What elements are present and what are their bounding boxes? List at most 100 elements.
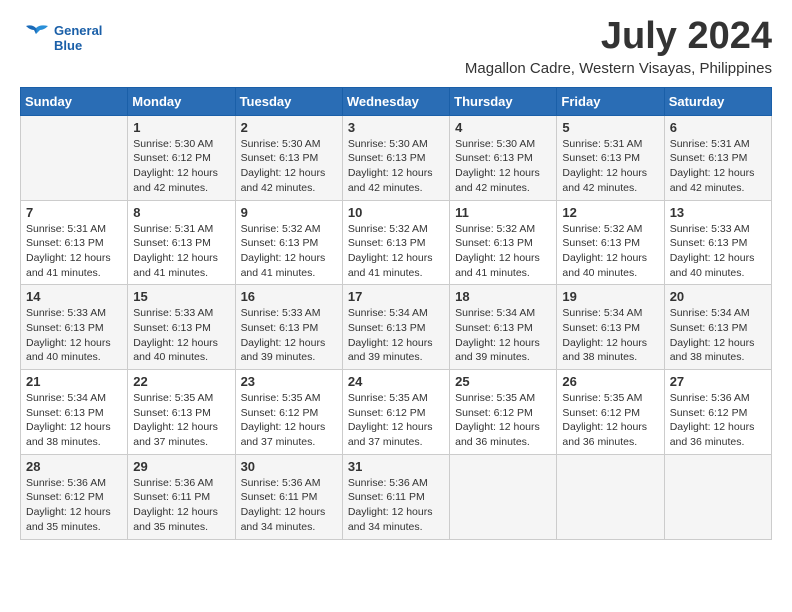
day-number: 21 (26, 374, 122, 389)
day-number: 31 (348, 459, 444, 474)
day-number: 16 (241, 289, 337, 304)
calendar-cell: 13 Sunrise: 5:33 AMSunset: 6:13 PMDayligh… (664, 200, 771, 285)
calendar-cell: 24Sunrise: 5:35 AMSunset: 6:12 PMDayligh… (342, 370, 449, 455)
calendar-cell: 15 Sunrise: 5:33 AMSunset: 6:13 PMDayligh… (128, 285, 235, 370)
day-info: Sunrise: 5:35 AMSunset: 6:12 PMDaylight:… (241, 391, 337, 450)
calendar-cell: 10Sunrise: 5:32 AMSunset: 6:13 PMDayligh… (342, 200, 449, 285)
day-number: 6 (670, 120, 766, 135)
day-number: 9 (241, 205, 337, 220)
header-friday: Friday (557, 87, 664, 115)
day-info: Sunrise: 5:34 AMSunset: 6:13 PMDaylight:… (670, 306, 766, 365)
calendar-cell: 22 Sunrise: 5:35 AMSunset: 6:13 PMDayligh… (128, 370, 235, 455)
day-info: Sunrise: 5:35 AMSunset: 6:12 PMDaylight:… (455, 391, 551, 450)
calendar-cell: 14 Sunrise: 5:33 AMSunset: 6:13 PMDayligh… (21, 285, 128, 370)
day-number: 29 (133, 459, 229, 474)
day-number: 30 (241, 459, 337, 474)
day-number: 11 (455, 205, 551, 220)
day-info: Sunrise: 5:36 AMSunset: 6:12 PMDaylight:… (670, 391, 766, 450)
calendar-cell (664, 454, 771, 539)
calendar-table: SundayMondayTuesdayWednesdayThursdayFrid… (20, 87, 772, 540)
day-info: Sunrise: 5:35 AMSunset: 6:12 PMDaylight:… (562, 391, 658, 450)
day-info: Sunrise: 5:36 AMSunset: 6:12 PMDaylight:… (26, 476, 122, 535)
day-info: Sunrise: 5:31 AMSunset: 6:13 PMDaylight:… (133, 222, 229, 281)
day-info: Sunrise: 5:36 AMSunset: 6:11 PMDaylight:… (133, 476, 229, 535)
day-number: 4 (455, 120, 551, 135)
day-number: 3 (348, 120, 444, 135)
day-number: 22 (133, 374, 229, 389)
header-thursday: Thursday (450, 87, 557, 115)
logo-text: General Blue (54, 24, 102, 54)
day-number: 23 (241, 374, 337, 389)
calendar-week-3: 14 Sunrise: 5:33 AMSunset: 6:13 PMDayligh… (21, 285, 772, 370)
calendar-cell: 23 Sunrise: 5:35 AMSunset: 6:12 PMDayligh… (235, 370, 342, 455)
calendar-cell: 18 Sunrise: 5:34 AMSunset: 6:13 PMDayligh… (450, 285, 557, 370)
day-info: Sunrise: 5:33 AMSunset: 6:13 PMDaylight:… (26, 306, 122, 365)
day-number: 24 (348, 374, 444, 389)
day-info: Sunrise: 5:34 AMSunset: 6:13 PMDaylight:… (348, 306, 444, 365)
calendar-week-5: 28 Sunrise: 5:36 AMSunset: 6:12 PMDayligh… (21, 454, 772, 539)
day-number: 15 (133, 289, 229, 304)
day-number: 19 (562, 289, 658, 304)
day-info: Sunrise: 5:33 AMSunset: 6:13 PMDaylight:… (670, 222, 766, 281)
calendar-cell: 3Sunrise: 5:30 AMSunset: 6:13 PMDaylight… (342, 115, 449, 200)
subtitle: Magallon Cadre, Western Visayas, Philipp… (465, 60, 772, 77)
header-sunday: Sunday (21, 87, 128, 115)
day-number: 17 (348, 289, 444, 304)
header: General Blue July 2024 Magallon Cadre, W… (20, 16, 772, 77)
calendar-cell: 17 Sunrise: 5:34 AMSunset: 6:13 PMDayligh… (342, 285, 449, 370)
logo: General Blue (20, 20, 102, 57)
day-info: Sunrise: 5:33 AMSunset: 6:13 PMDaylight:… (133, 306, 229, 365)
day-info: Sunrise: 5:36 AMSunset: 6:11 PMDaylight:… (241, 476, 337, 535)
day-info: Sunrise: 5:30 AMSunset: 6:13 PMDaylight:… (241, 137, 337, 196)
day-info: Sunrise: 5:34 AMSunset: 6:13 PMDaylight:… (562, 306, 658, 365)
calendar-cell: 29 Sunrise: 5:36 AMSunset: 6:11 PMDayligh… (128, 454, 235, 539)
day-info: Sunrise: 5:34 AMSunset: 6:13 PMDaylight:… (26, 391, 122, 450)
calendar-cell: 26Sunrise: 5:35 AMSunset: 6:12 PMDayligh… (557, 370, 664, 455)
day-info: Sunrise: 5:34 AMSunset: 6:13 PMDaylight:… (455, 306, 551, 365)
calendar-cell: 12 Sunrise: 5:32 AMSunset: 6:13 PMDayligh… (557, 200, 664, 285)
day-number: 28 (26, 459, 122, 474)
calendar-header-row: SundayMondayTuesdayWednesdayThursdayFrid… (21, 87, 772, 115)
day-info: Sunrise: 5:32 AMSunset: 6:13 PMDaylight:… (348, 222, 444, 281)
day-number: 2 (241, 120, 337, 135)
calendar-cell (557, 454, 664, 539)
day-info: Sunrise: 5:31 AMSunset: 6:13 PMDaylight:… (562, 137, 658, 196)
calendar-cell: 25Sunrise: 5:35 AMSunset: 6:12 PMDayligh… (450, 370, 557, 455)
day-info: Sunrise: 5:31 AMSunset: 6:13 PMDaylight:… (26, 222, 122, 281)
day-info: Sunrise: 5:35 AMSunset: 6:13 PMDaylight:… (133, 391, 229, 450)
calendar-cell: 9 Sunrise: 5:32 AMSunset: 6:13 PMDaylight… (235, 200, 342, 285)
day-info: Sunrise: 5:32 AMSunset: 6:13 PMDaylight:… (455, 222, 551, 281)
day-number: 1 (133, 120, 229, 135)
day-number: 14 (26, 289, 122, 304)
day-info: Sunrise: 5:31 AMSunset: 6:13 PMDaylight:… (670, 137, 766, 196)
day-number: 5 (562, 120, 658, 135)
day-number: 18 (455, 289, 551, 304)
day-info: Sunrise: 5:32 AMSunset: 6:13 PMDaylight:… (562, 222, 658, 281)
calendar-cell: 27 Sunrise: 5:36 AMSunset: 6:12 PMDayligh… (664, 370, 771, 455)
calendar-cell: 16Sunrise: 5:33 AMSunset: 6:13 PMDayligh… (235, 285, 342, 370)
calendar-cell: 5 Sunrise: 5:31 AMSunset: 6:13 PMDaylight… (557, 115, 664, 200)
day-number: 7 (26, 205, 122, 220)
day-info: Sunrise: 5:30 AMSunset: 6:13 PMDaylight:… (455, 137, 551, 196)
day-info: Sunrise: 5:30 AMSunset: 6:12 PMDaylight:… (133, 137, 229, 196)
calendar-cell: 8 Sunrise: 5:31 AMSunset: 6:13 PMDaylight… (128, 200, 235, 285)
day-number: 8 (133, 205, 229, 220)
calendar-cell: 6 Sunrise: 5:31 AMSunset: 6:13 PMDaylight… (664, 115, 771, 200)
day-number: 12 (562, 205, 658, 220)
calendar-cell: 7 Sunrise: 5:31 AMSunset: 6:13 PMDaylight… (21, 200, 128, 285)
main-title: July 2024 (465, 16, 772, 58)
calendar-cell: 2 Sunrise: 5:30 AMSunset: 6:13 PMDaylight… (235, 115, 342, 200)
title-block: July 2024 Magallon Cadre, Western Visaya… (465, 16, 772, 77)
header-monday: Monday (128, 87, 235, 115)
calendar-week-4: 21 Sunrise: 5:34 AMSunset: 6:13 PMDayligh… (21, 370, 772, 455)
day-number: 13 (670, 205, 766, 220)
day-number: 27 (670, 374, 766, 389)
day-info: Sunrise: 5:32 AMSunset: 6:13 PMDaylight:… (241, 222, 337, 281)
logo-combined: General Blue (20, 20, 102, 57)
calendar-cell: 4 Sunrise: 5:30 AMSunset: 6:13 PMDaylight… (450, 115, 557, 200)
calendar-cell: 1 Sunrise: 5:30 AMSunset: 6:12 PMDaylight… (128, 115, 235, 200)
calendar-week-1: 1 Sunrise: 5:30 AMSunset: 6:12 PMDaylight… (21, 115, 772, 200)
calendar-cell: 30 Sunrise: 5:36 AMSunset: 6:11 PMDayligh… (235, 454, 342, 539)
calendar-cell: 21 Sunrise: 5:34 AMSunset: 6:13 PMDayligh… (21, 370, 128, 455)
day-info: Sunrise: 5:36 AMSunset: 6:11 PMDaylight:… (348, 476, 444, 535)
